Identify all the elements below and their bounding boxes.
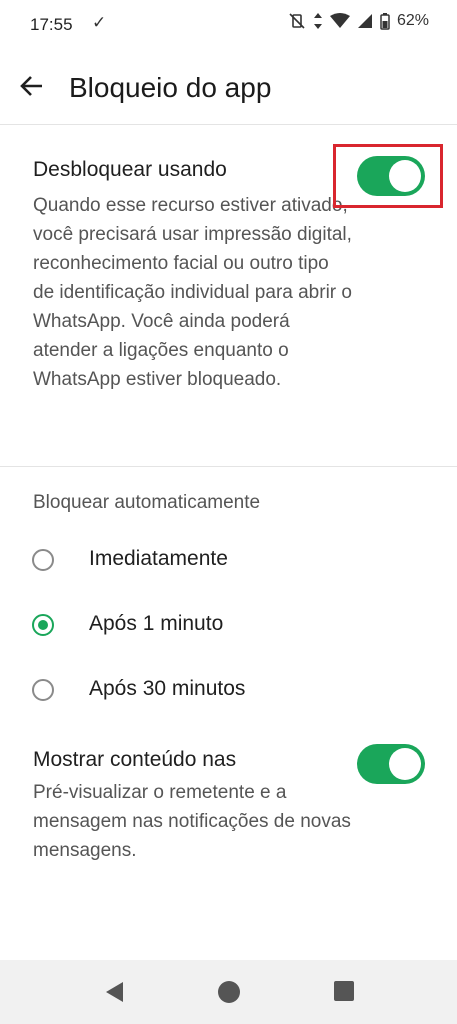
radio-label: Após 30 minutos	[89, 677, 246, 700]
status-bar: 17:55 ✓ 62%	[0, 0, 457, 52]
circle-home-icon[interactable]	[217, 980, 241, 1009]
radio-option-immediately[interactable]: Imediatamente	[0, 534, 457, 590]
radio-button[interactable]	[32, 549, 54, 571]
status-icons: 62%	[288, 12, 429, 30]
battery-percent: 62%	[396, 12, 429, 29]
signal-icon	[357, 13, 373, 29]
notifications-title: Mostrar conteúdo nas	[33, 748, 237, 771]
highlight-box	[333, 144, 443, 208]
radio-button-selected[interactable]	[32, 614, 54, 636]
download-done-icon: ✓	[92, 13, 107, 32]
auto-lock-label: Bloquear automaticamente	[33, 492, 261, 513]
divider	[0, 124, 457, 125]
wifi-icon	[329, 13, 350, 29]
radio-button[interactable]	[32, 679, 54, 701]
notifications-toggle[interactable]	[357, 744, 425, 784]
page-title: Bloqueio do app	[69, 72, 272, 103]
triangle-back-icon[interactable]	[103, 980, 127, 1009]
divider	[0, 466, 457, 467]
radio-option-1-minute[interactable]: Após 1 minuto	[0, 599, 457, 655]
app-bar: Bloqueio do app	[0, 52, 457, 124]
notifications-description: Pré-visualizar o remetente e a mensagem …	[33, 782, 351, 861]
data-arrows-icon	[313, 12, 323, 30]
radio-option-30-minutes[interactable]: Após 30 minutos	[0, 664, 457, 720]
toggle-knob	[389, 748, 421, 780]
system-nav-bar	[0, 960, 457, 1024]
unlock-title: Desbloquear usando	[33, 158, 227, 181]
radio-label: Imediatamente	[89, 547, 228, 570]
radio-label: Após 1 minuto	[89, 612, 224, 635]
square-recents-icon[interactable]	[333, 980, 355, 1007]
arrow-left-icon[interactable]	[16, 70, 48, 102]
status-time: 17:55	[30, 15, 73, 34]
vibrate-off-icon	[288, 12, 306, 30]
unlock-description: Quando esse recurso estiver ativado, voc…	[33, 195, 352, 390]
battery-icon	[380, 12, 390, 30]
